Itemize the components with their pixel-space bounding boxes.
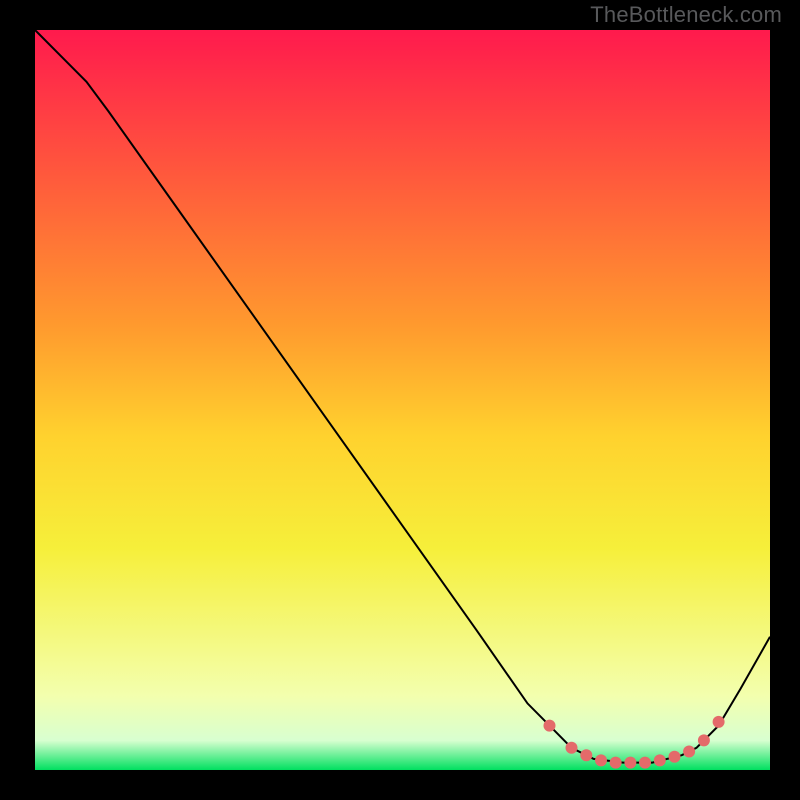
marker-dot	[624, 757, 636, 769]
marker-dot	[639, 757, 651, 769]
marker-dot	[713, 716, 725, 728]
plot-background	[35, 30, 770, 770]
marker-dot	[683, 746, 695, 758]
marker-dot	[698, 734, 710, 746]
marker-dot	[566, 742, 578, 754]
bottleneck-chart	[0, 0, 800, 800]
marker-dot	[610, 757, 622, 769]
marker-dot	[544, 720, 556, 732]
chart-frame: { "watermark": "TheBottleneck.com", "cha…	[0, 0, 800, 800]
marker-dot	[669, 751, 681, 763]
marker-dot	[654, 754, 666, 766]
marker-dot	[580, 749, 592, 761]
marker-dot	[595, 754, 607, 766]
